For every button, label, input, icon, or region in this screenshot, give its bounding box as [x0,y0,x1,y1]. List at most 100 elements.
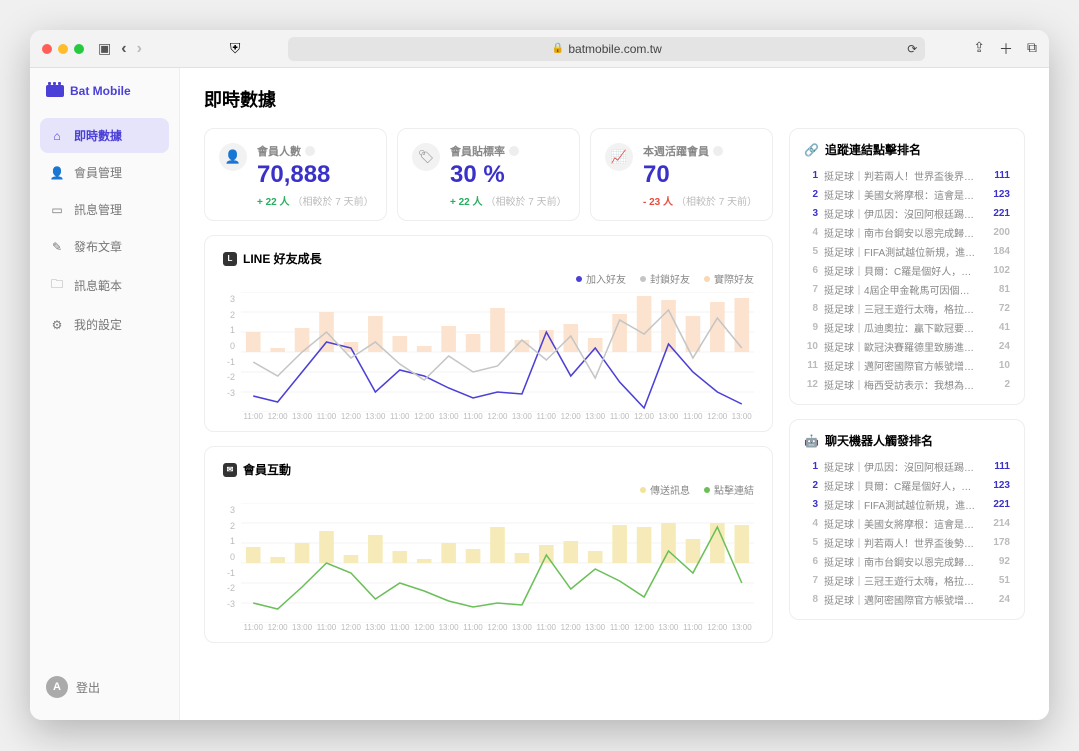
sidebar-item-messages[interactable]: ▭ 訊息管理 [40,192,169,227]
rank-num: 8 [804,594,818,605]
rank-title-text: 挺足球｜梅西受訪表示：我想為自… [824,377,978,392]
rank-row[interactable]: 6 挺足球｜貝爾：C羅是個好人，不… 102 [804,263,1010,278]
rank-count: 111 [984,461,1010,472]
rank-row[interactable]: 1 挺足球｜判若兩人！世界盃後界盃… 111 [804,168,1010,183]
rank-count: 178 [984,537,1010,548]
help-icon[interactable] [713,146,723,156]
rank-count: 41 [984,322,1010,333]
rank-row[interactable]: 5 挺足球｜FIFA測試越位新規，進攻… 184 [804,244,1010,259]
brand-icon [46,85,64,97]
legend-item: 傳送訊息 [640,482,690,497]
rank-row[interactable]: 2 挺足球｜貝爾：C羅是個好人，不… 123 [804,478,1010,493]
sidebar-item-label: 我的設定 [74,316,122,333]
chart-area: 3210-1-2-3 [223,292,754,412]
share-icon[interactable]: ⇪ [973,39,985,59]
left-column: 👤 會員人數 70,888 + 22 人（相較於 7 天前） 🏷 會員貼標率 [204,128,773,643]
rank-title-text: 挺足球｜三冠王遊行太嗨，格拉利… [824,573,978,588]
rank-count: 24 [984,594,1010,605]
help-icon[interactable] [305,146,315,156]
x-axis: 11:0012:0013:0011:0012:0013:0011:0012:00… [223,623,754,632]
forward-icon[interactable]: › [137,40,142,58]
rank-row[interactable]: 4 挺足球｜美國女將摩根：這會是史… 214 [804,516,1010,531]
sidebar-item-templates[interactable]: 🗀 訊息範本 [40,266,169,305]
rank-count: 51 [984,575,1010,586]
brand-text: Bat Mobile [70,84,131,98]
stat-value: 30 % [450,161,567,189]
rank-num: 11 [804,360,818,371]
back-icon[interactable]: ‹ [121,40,126,58]
close-dot[interactable] [42,44,52,54]
rank-title-text: 挺足球｜歐冠決賽羅德里致勝進球… [824,339,978,354]
rank-row[interactable]: 7 挺足球｜三冠王遊行太嗨，格拉利… 51 [804,573,1010,588]
sidebar-item-members[interactable]: 👤 會員管理 [40,155,169,190]
rank-title-text: 挺足球｜貝爾：C羅是個好人，不… [824,478,978,493]
rank-title-text: 挺足球｜伊瓜因：沒回阿根廷踢球… [824,206,978,221]
rank-row[interactable]: 5 挺足球｜判若兩人！世界盃後勢… 178 [804,535,1010,550]
rank-title-text: 挺足球｜南市台鋼安以恩完成歸化… [824,225,978,240]
rank-num: 7 [804,575,818,586]
stat-delta: - 23 人（相較於 7 天前） [643,193,757,208]
url-bar[interactable]: 🔒 batmobile.com.tw ⟳ [288,37,925,61]
dashboard-row: 👤 會員人數 70,888 + 22 人（相較於 7 天前） 🏷 會員貼標率 [204,128,1025,643]
rank-row[interactable]: 8 挺足球｜邁阿密國際官方帳號增加… 24 [804,592,1010,607]
rank-row[interactable]: 10 挺足球｜歐冠決賽羅德里致勝進球… 24 [804,339,1010,354]
message-icon: ▭ [50,203,64,217]
brand[interactable]: Bat Mobile [40,84,169,118]
sidebar-item-dashboard[interactable]: ⌂ 即時數據 [40,118,169,153]
rank-row[interactable]: 6 挺足球｜南市台鋼安以恩完成歸化… 92 [804,554,1010,569]
chart-interaction: ✉ 會員互動 傳送訊息 點擊連結 3210-1-2-3 11:0012:0013… [204,446,773,643]
sidebar-toggle-icon[interactable]: ▣ [98,40,111,57]
y-axis: 3210-1-2-3 [223,292,241,412]
rank-row[interactable]: 8 挺足球｜三冠王遊行太嗨，格拉利… 72 [804,301,1010,316]
plot [241,292,754,412]
chat-icon: ✉ [223,463,237,477]
rank-count: 2 [984,379,1010,390]
tabs-icon[interactable]: ⧉ [1027,39,1037,59]
chart-legend: 加入好友 封鎖好友 實際好友 [223,271,754,286]
rank-row[interactable]: 12 挺足球｜梅西受訪表示：我想為自… 2 [804,377,1010,392]
rank-num: 1 [804,170,818,181]
rank-count: 111 [984,170,1010,181]
rank-num: 4 [804,518,818,529]
rank-num: 3 [804,208,818,219]
rank-row[interactable]: 7 挺足球｜4屆企甲金靴馬可因個人… 81 [804,282,1010,297]
rank-row[interactable]: 11 挺足球｜邁阿密國際官方帳號增加… 10 [804,358,1010,373]
logout-row[interactable]: A 登出 [40,670,169,704]
rank-title-text: 挺足球｜美國女將摩根：這會是史… [824,187,978,202]
rank-num: 9 [804,322,818,333]
gear-icon: ⚙ [50,318,64,332]
chart-title-row: ✉ 會員互動 [223,461,754,478]
maximize-dot[interactable] [74,44,84,54]
rank-num: 5 [804,246,818,257]
rank-count: 221 [984,499,1010,510]
minimize-dot[interactable] [58,44,68,54]
rank-row[interactable]: 3 挺足球｜伊瓜因：沒回阿根廷踢球… 221 [804,206,1010,221]
rank-count: 221 [984,208,1010,219]
legend-item: 實際好友 [704,271,754,286]
rank-row[interactable]: 1 挺足球｜伊瓜因：沒回阿根廷踢球… 111 [804,459,1010,474]
rank-num: 10 [804,341,818,352]
rank-link-clicks: 🔗 追蹤連結點擊排名 1 挺足球｜判若兩人！世界盃後界盃… 1112 挺足球｜美… [789,128,1025,405]
rank-num: 6 [804,556,818,567]
tag-icon: 🏷 [412,143,440,171]
stat-label: 會員人數 [257,143,374,159]
rank-row[interactable]: 2 挺足球｜美國女將摩根：這會是史… 123 [804,187,1010,202]
refresh-icon[interactable]: ⟳ [907,42,917,56]
sidebar: Bat Mobile ⌂ 即時數據 👤 會員管理 ▭ 訊息管理 ✎ 發布文章 🗀… [30,68,180,720]
sidebar-item-publish[interactable]: ✎ 發布文章 [40,229,169,264]
rank-row[interactable]: 4 挺足球｜南市台鋼安以恩完成歸化… 200 [804,225,1010,240]
help-icon[interactable] [509,146,519,156]
rank-num: 8 [804,303,818,314]
sidebar-item-settings[interactable]: ⚙ 我的設定 [40,307,169,342]
shield-icon[interactable]: ⛨ [230,40,241,57]
page-title: 即時數據 [204,86,1025,112]
rank-row[interactable]: 3 挺足球｜FIFA測試越位新規，進攻… 221 [804,497,1010,512]
avatar: A [46,676,68,698]
rank-row[interactable]: 9 挺足球｜瓜迪奧拉：贏下歐冠要有… 41 [804,320,1010,335]
rank-title-text: 挺足球｜瓜迪奧拉：贏下歐冠要有… [824,320,978,335]
newtab-icon[interactable]: ＋ [999,39,1013,59]
stat-delta: + 22 人（相較於 7 天前） [450,193,567,208]
chart-legend: 傳送訊息 點擊連結 [223,482,754,497]
rank-chatbot: 🤖 聊天機器人觸發排名 1 挺足球｜伊瓜因：沒回阿根廷踢球… 1112 挺足球｜… [789,419,1025,620]
plot [241,503,754,623]
